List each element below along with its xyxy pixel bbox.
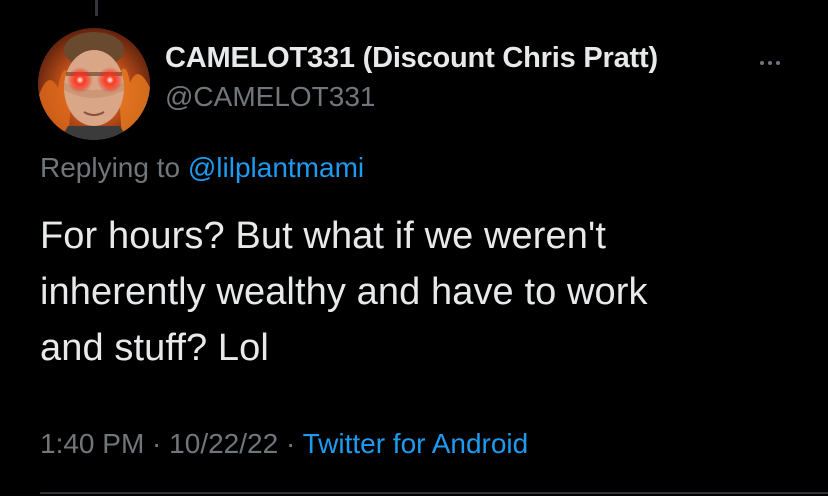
avatar-image [38, 28, 150, 140]
tweet-source-link[interactable]: Twitter for Android [303, 428, 529, 459]
bottom-divider [40, 492, 828, 494]
more-horizontal-icon [760, 61, 764, 65]
meta-separator: · [278, 428, 303, 459]
replying-to-label: Replying to [40, 152, 188, 183]
meta-separator: · [144, 428, 170, 459]
tweet-time[interactable]: 1:40 PM [40, 428, 144, 459]
more-options-button[interactable] [748, 54, 792, 72]
more-horizontal-icon-dot [768, 61, 772, 65]
more-horizontal-icon-dot [776, 61, 780, 65]
avatar[interactable] [38, 28, 150, 140]
tweet-text-line: and stuff? Lol [40, 327, 269, 369]
tweet-header: CAMELOT331 (Discount Chris Pratt) @CAMEL… [38, 28, 798, 140]
tweet-date[interactable]: 10/22/22 [169, 428, 278, 459]
user-handle[interactable]: @CAMELOT331 [165, 81, 658, 113]
display-name[interactable]: CAMELOT331 (Discount Chris Pratt) [165, 42, 658, 75]
tweet-text: For hours? But what if we weren't inhere… [40, 208, 800, 376]
tweet-text-line: inherently wealthy and have to work [40, 271, 648, 313]
tweet-metadata: 1:40 PM · 10/22/22 · Twitter for Android [40, 428, 528, 460]
user-info: CAMELOT331 (Discount Chris Pratt) @CAMEL… [165, 42, 658, 113]
replying-to-line: Replying to @lilplantmami [40, 152, 364, 184]
thread-connector-line [95, 0, 98, 16]
tweet-text-line: For hours? But what if we weren't [40, 215, 607, 257]
reply-mention-link[interactable]: @lilplantmami [188, 152, 364, 183]
